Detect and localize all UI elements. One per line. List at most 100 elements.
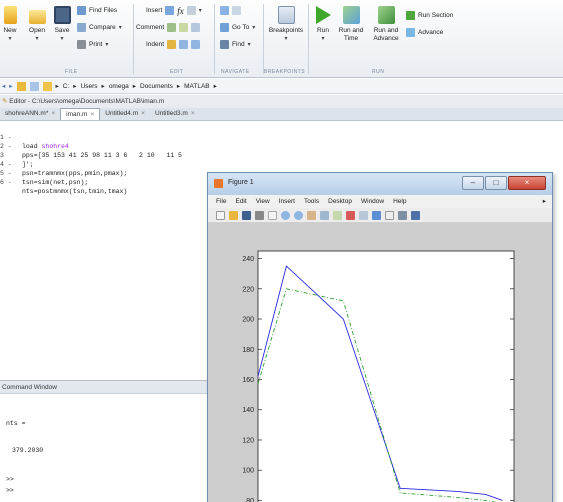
tab-iman[interactable]: iman.m ×: [60, 108, 101, 120]
menu-tools[interactable]: Tools: [304, 195, 319, 208]
run-and-advance-label-1: Run and: [373, 27, 399, 34]
run-section-label: Run Section: [418, 11, 454, 19]
close-button[interactable]: ×: [508, 176, 546, 190]
link-icon[interactable]: [359, 210, 368, 220]
section-edit-label: EDIT: [170, 69, 184, 75]
comment-button[interactable]: Comment: [136, 23, 201, 32]
comment-icon: [167, 23, 177, 32]
figure-titlebar[interactable]: Figure 1 – □ ×: [208, 173, 552, 195]
print-icon[interactable]: [255, 210, 264, 220]
compare-button[interactable]: Compare ▾: [77, 23, 122, 32]
code-line[interactable]: 1 - load shohre4: [0, 124, 69, 150]
up-folder-icon[interactable]: [16, 81, 26, 91]
code-line[interactable]: 6 - nts=postmnmx(tsn,tmin,tmax): [0, 169, 127, 195]
path-segment[interactable]: Users: [81, 83, 98, 90]
minimize-button[interactable]: –: [462, 176, 484, 190]
run-and-advance-label-2: Advance: [373, 35, 399, 42]
run-and-advance-button[interactable]: Run and Advance: [370, 6, 402, 43]
close-tab-icon[interactable]: ×: [51, 108, 55, 120]
path-segment[interactable]: C:: [63, 83, 70, 90]
tab-label: iman.m: [66, 111, 88, 118]
plot-axes: [257, 250, 515, 502]
colorbar-icon[interactable]: [372, 210, 381, 220]
path-segment[interactable]: Documents: [140, 83, 173, 90]
code-line[interactable]: 4 - psn=tramnmx(pps,pmin,pmax);: [0, 151, 127, 177]
save-button[interactable]: Save ▾: [52, 6, 72, 43]
menu-edit[interactable]: Edit: [235, 195, 246, 208]
comment-label: Comment: [136, 23, 165, 31]
print-button[interactable]: Print ▾: [77, 40, 108, 49]
menu-help[interactable]: Help: [393, 195, 406, 208]
new-button[interactable]: New ▾: [2, 6, 18, 43]
menu-file[interactable]: File: [216, 195, 226, 208]
back-arrow-icon[interactable]: ◂: [2, 82, 5, 90]
line-number: 6 -: [0, 179, 12, 186]
menu-overflow-icon[interactable]: ▸: [543, 195, 546, 208]
tab-untitled3[interactable]: Untitled3.m ×: [150, 108, 200, 120]
menu-view[interactable]: View: [256, 195, 270, 208]
compare-icon: [77, 23, 86, 32]
menu-window[interactable]: Window: [361, 195, 384, 208]
figure-canvas[interactable]: 80 100 120 140 160 180 200 220 240: [208, 223, 552, 502]
fx-icon[interactable]: fx: [177, 6, 184, 15]
uncomment-icon[interactable]: [179, 23, 189, 32]
pan-icon[interactable]: [307, 210, 316, 220]
wrap-icon[interactable]: [191, 23, 201, 32]
find-binoculars-icon: [220, 40, 229, 49]
figure-window[interactable]: Figure 1 – □ × File Edit View Insert Too…: [207, 172, 553, 502]
maximize-button[interactable]: □: [485, 176, 507, 190]
path-segment[interactable]: omega: [109, 83, 129, 90]
tab-untitled4[interactable]: Untitled4.m ×: [100, 108, 150, 120]
save-icon[interactable]: [242, 210, 251, 220]
zoom-in-icon[interactable]: [281, 210, 290, 220]
legend-icon[interactable]: [385, 210, 394, 220]
indent-button[interactable]: Indent: [146, 40, 201, 49]
code-line[interactable]: 3 ]';: [0, 142, 34, 168]
edit-plot-icon[interactable]: [268, 210, 277, 220]
path-segment[interactable]: MATLAB: [184, 83, 210, 90]
insert-table-icon[interactable]: [186, 6, 196, 15]
path-sep-icon: ▸: [176, 83, 181, 90]
insert-button[interactable]: Insert fx ▾: [146, 6, 202, 15]
command-window[interactable]: nts = 379.2030 >> >>: [0, 394, 210, 502]
run-and-time-button[interactable]: Run and Time: [336, 6, 366, 43]
forward-arrow-icon[interactable]: ▸: [9, 82, 12, 90]
path-sep-icon: ▸: [55, 83, 59, 90]
rotate-icon[interactable]: [320, 210, 329, 220]
browse-folder-icon[interactable]: [29, 81, 39, 91]
advance-button[interactable]: Advance: [406, 28, 443, 37]
go-to-button[interactable]: Go To ▾: [220, 23, 255, 32]
navigate-back-button[interactable]: [220, 6, 241, 15]
new-figure-icon[interactable]: [216, 210, 225, 220]
command-output-value: 379.2030: [12, 447, 44, 454]
code-line[interactable]: 2 - pps=[35 153 41 25 98 11 3 6 2 10 11 …: [0, 133, 182, 159]
decrease-indent-icon[interactable]: [191, 40, 201, 49]
command-prompt[interactable]: >>: [6, 487, 14, 494]
open-button[interactable]: Open ▾: [26, 6, 48, 43]
close-tab-icon[interactable]: ×: [90, 109, 94, 120]
zoom-out-icon[interactable]: [294, 210, 303, 220]
hide-tools-icon[interactable]: [398, 210, 407, 220]
line-plot[interactable]: 80 100 120 140 160 180 200 220 240: [208, 223, 552, 502]
close-tab-icon[interactable]: ×: [191, 108, 195, 120]
show-tools-icon[interactable]: [411, 210, 420, 220]
y-tick-label: 140: [242, 407, 254, 414]
code-line[interactable]: 5 - tsn=sim(net,psn);: [0, 160, 88, 186]
increase-indent-icon[interactable]: [179, 40, 189, 49]
section-run-label: RUN: [372, 69, 385, 75]
open-icon[interactable]: [229, 210, 238, 220]
path-sep-icon: ▸: [101, 83, 105, 90]
run-button[interactable]: Run ▾: [314, 6, 332, 43]
find-files-button[interactable]: Find Files: [77, 6, 117, 15]
brush-icon[interactable]: [346, 210, 355, 220]
find-button[interactable]: Find ▾: [220, 40, 251, 49]
run-play-icon: [315, 6, 331, 24]
menu-desktop[interactable]: Desktop: [328, 195, 352, 208]
breakpoints-button[interactable]: Breakpoints ▾: [268, 6, 304, 43]
data-cursor-icon[interactable]: [333, 210, 342, 220]
menu-insert[interactable]: Insert: [279, 195, 295, 208]
tab-shohreann[interactable]: shohreANN.m* ×: [0, 108, 60, 120]
close-tab-icon[interactable]: ×: [141, 108, 145, 120]
run-section-button[interactable]: Run Section: [406, 11, 453, 20]
code-text: tsn=sim(net,psn);: [22, 179, 89, 186]
